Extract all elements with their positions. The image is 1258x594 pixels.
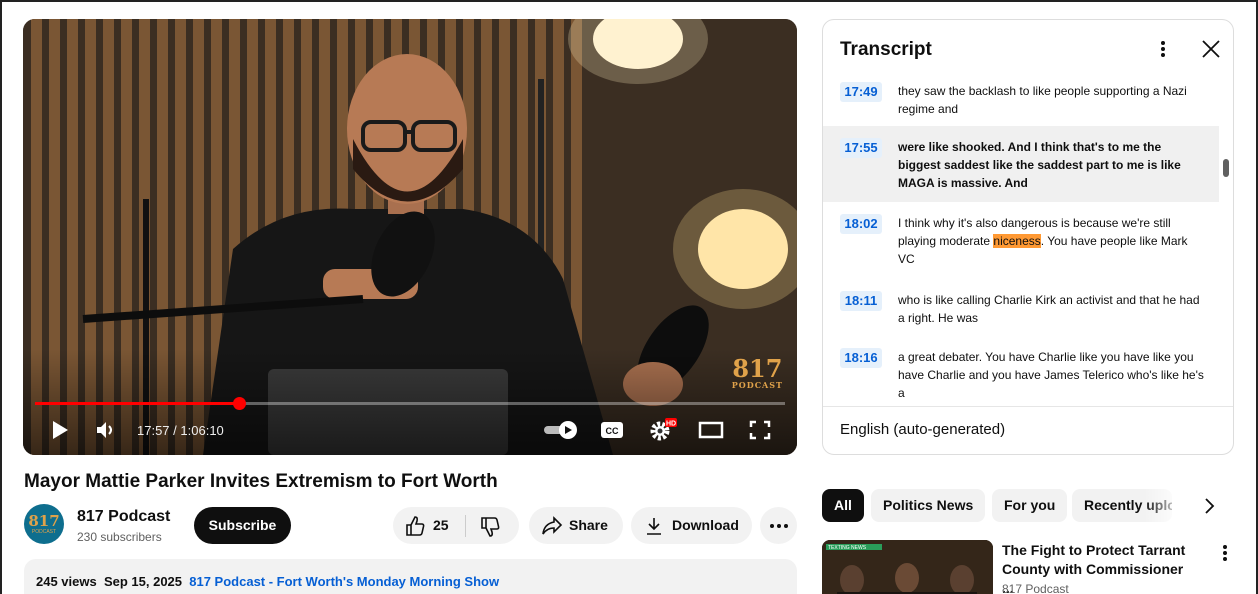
thumbnail-caption: TEXTING NEWS — [828, 545, 867, 551]
transcript-close-button[interactable] — [1200, 38, 1222, 60]
podcast-watermark-text: PODCAST — [731, 380, 783, 390]
segment-timestamp[interactable]: 18:11 — [840, 291, 882, 311]
time-current: 17:57 — [137, 423, 170, 438]
time-display: 17:57 / 1:06:10 — [137, 423, 224, 438]
recommended-video-channel[interactable]: 817 Podcast — [1002, 582, 1069, 594]
subscribe-button[interactable]: Subscribe — [194, 507, 291, 544]
volume-icon — [97, 422, 112, 438]
transcript-scrollbar[interactable] — [1223, 159, 1229, 177]
thumbs-up-icon — [406, 516, 425, 536]
autoplay-toggle-icon — [544, 421, 577, 439]
more-vertical-icon — [1161, 41, 1165, 57]
chevron-right-icon — [1205, 498, 1215, 514]
fullscreen-icon — [749, 420, 771, 440]
like-dislike-group: 25 — [393, 507, 519, 544]
chips-fade — [1144, 489, 1184, 522]
video-frame — [23, 19, 797, 455]
subscriber-count: 230 subscribers — [77, 530, 162, 544]
download-icon — [647, 518, 661, 535]
description-box[interactable]: 245 views Sep 15, 2025 817 Podcast - For… — [24, 559, 797, 594]
fullscreen-button[interactable] — [747, 417, 773, 443]
autoplay-toggle[interactable] — [541, 417, 581, 443]
upload-date: Sep 15, 2025 — [103, 574, 183, 589]
podcast-watermark-number: 817 — [732, 354, 783, 383]
progress-played — [35, 402, 239, 405]
avatar-logo-number: 817 — [28, 512, 60, 530]
gear-icon: HD — [650, 418, 677, 441]
chip-all[interactable]: All — [822, 489, 864, 522]
captions-icon: CC — [601, 422, 623, 438]
download-label: Download — [672, 517, 739, 533]
channel-avatar[interactable]: 817 PODCAST — [24, 504, 64, 544]
thumbs-down-icon — [481, 517, 500, 537]
description-meta: 245 views Sep 15, 2025 817 Podcast - For… — [36, 574, 499, 589]
search-highlight: niceness — [993, 234, 1041, 248]
transcript-title: Transcript — [840, 39, 932, 60]
view-count: 245 views — [36, 574, 97, 589]
play-icon — [53, 421, 68, 439]
chip-politics-news[interactable]: Politics News — [871, 489, 986, 522]
progress-scrubber[interactable] — [233, 397, 246, 410]
hd-badge: HD — [666, 421, 676, 428]
transcript-menu-button[interactable] — [1156, 38, 1170, 60]
like-divider — [465, 515, 466, 537]
chips-next-button[interactable] — [1199, 495, 1219, 522]
segment-timestamp[interactable]: 18:02 — [840, 214, 882, 234]
page: 817 PODCAST 17:57 / 1:06:10 CC HD Transc… — [0, 0, 1258, 594]
segment-timestamp[interactable]: 17:49 — [840, 82, 882, 102]
segment-text: I think why it's also dangerous is becau… — [898, 214, 1204, 274]
progress-bar[interactable] — [35, 397, 785, 410]
segment-text: were like shooked. And I think that's to… — [898, 140, 1181, 190]
share-label: Share — [569, 517, 608, 533]
captions-button[interactable]: CC — [599, 417, 625, 443]
like-count: 25 — [433, 517, 449, 533]
segment-timestamp[interactable]: 17:55 — [840, 138, 882, 158]
more-horizontal-icon — [769, 523, 788, 528]
settings-button[interactable]: HD — [647, 417, 677, 443]
time-total: 1:06:10 — [180, 423, 224, 438]
captions-icon-text: CC — [606, 426, 619, 436]
transcript-segment-active[interactable]: 17:55 were like shooked. And I think tha… — [823, 126, 1219, 202]
podcast-watermark: 817 PODCAST — [731, 354, 783, 390]
video-player[interactable]: 817 PODCAST 17:57 / 1:06:10 CC HD — [23, 19, 797, 455]
download-button[interactable]: Download — [631, 507, 752, 544]
video-title: Mayor Mattie Parker Invites Extremism to… — [24, 471, 498, 492]
play-button[interactable] — [47, 417, 73, 443]
description-link[interactable]: 817 Podcast - Fort Worth's Monday Mornin… — [189, 574, 499, 589]
transcript-panel: Transcript 17:49 they saw the backlash t… — [822, 19, 1234, 455]
transcript-segment[interactable]: 18:16 a great debater. You have Charlie … — [823, 348, 1219, 406]
channel-name[interactable]: 817 Podcast — [77, 508, 170, 526]
transcript-segment[interactable]: 17:49 they saw the backlash to like peop… — [823, 82, 1219, 126]
close-icon — [1202, 40, 1220, 58]
segment-text: who is like calling Charlie Kirk an acti… — [898, 293, 1200, 325]
segment-text: a great debater. You have Charlie like y… — [898, 350, 1204, 400]
transcript-language[interactable]: English (auto-generated) — [840, 421, 1005, 438]
avatar-logo-text: PODCAST — [31, 529, 57, 535]
chip-for-you[interactable]: For you — [992, 489, 1068, 522]
more-actions-button[interactable] — [760, 507, 797, 544]
like-button[interactable] — [404, 515, 426, 540]
theater-mode-button[interactable] — [697, 417, 725, 443]
recommended-video-thumbnail[interactable]: TEXTING NEWS — [822, 540, 993, 594]
volume-button[interactable] — [93, 417, 119, 443]
share-button[interactable]: Share — [529, 507, 623, 544]
segment-timestamp[interactable]: 18:16 — [840, 348, 882, 368]
thumbnail-image: TEXTING NEWS — [822, 540, 993, 594]
transcript-footer: English (auto-generated) — [823, 406, 1233, 454]
more-vertical-icon — [1223, 545, 1227, 561]
theater-mode-icon — [698, 421, 724, 439]
dislike-button[interactable] — [479, 516, 501, 541]
transcript-segment[interactable]: 18:11 who is like calling Charlie Kirk a… — [823, 291, 1219, 335]
segment-text: they saw the backlash to like people sup… — [898, 84, 1187, 116]
transcript-segment[interactable]: 18:02 I think why it's also dangerous is… — [823, 214, 1219, 274]
share-icon — [542, 516, 563, 535]
recommended-video-menu-button[interactable] — [1219, 542, 1231, 569]
